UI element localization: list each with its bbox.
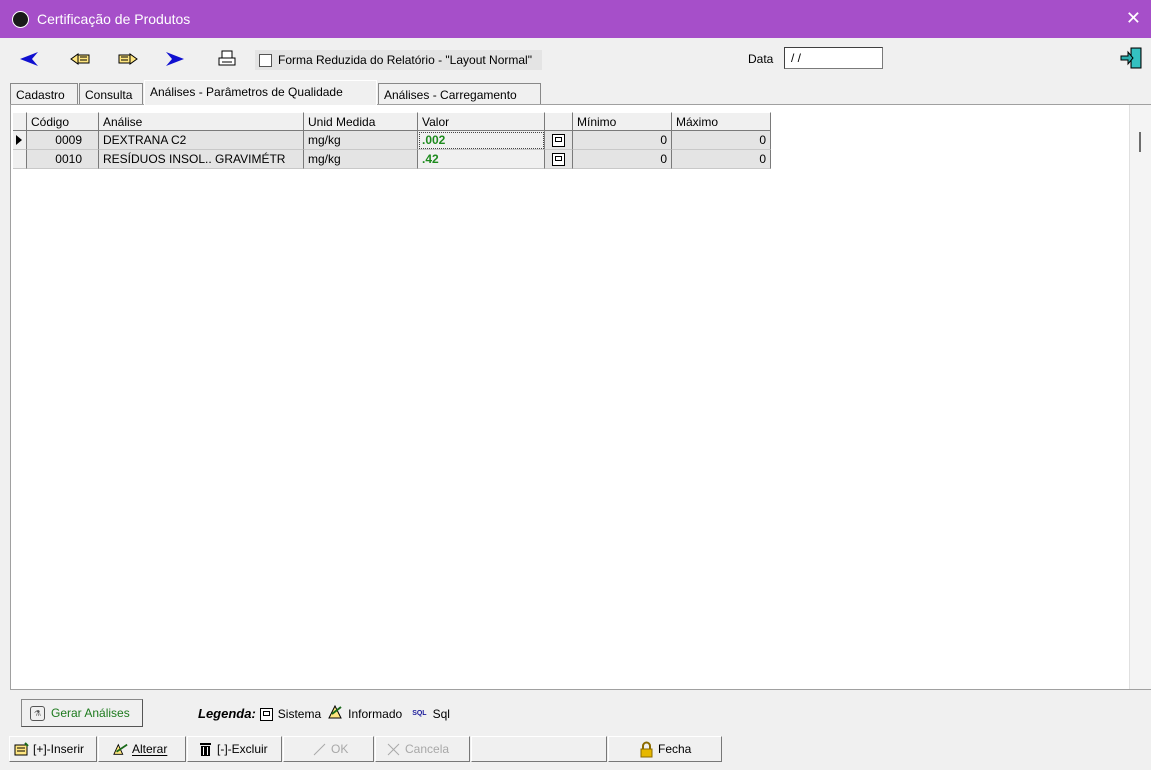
bottom-action-bar: [+]-Inserir Alterar [-]-Excluir OK Cance… [0, 736, 1151, 762]
cell-minimo[interactable]: 0 [573, 131, 672, 150]
cell-analise[interactable]: DEXTRANA C2 [99, 131, 304, 150]
col-codigo[interactable]: Código [27, 112, 99, 131]
legend-informado: Informado [348, 706, 403, 721]
checkbox-box[interactable] [259, 53, 272, 67]
col-unid-medida[interactable]: Unid Medida [304, 112, 418, 131]
cancela-button[interactable]: Cancela [375, 736, 470, 762]
tab-analises-carregamento[interactable]: Análises - Carregamento [378, 83, 541, 104]
ok-label: OK [331, 742, 349, 756]
fecha-button[interactable]: Fecha [608, 736, 722, 762]
cell-maximo[interactable]: 0 [672, 131, 771, 150]
check-icon [312, 742, 327, 757]
sistema-icon [552, 153, 565, 166]
cell-analise[interactable]: RESÍDUOS INSOL.. GRAVIMÉTR [99, 150, 304, 169]
ok-button[interactable]: OK [283, 736, 374, 762]
cell-tipo[interactable] [545, 150, 573, 169]
sistema-icon [552, 134, 565, 147]
cell-maximo[interactable]: 0 [672, 150, 771, 169]
alterar-button[interactable]: Alterar [98, 736, 186, 762]
next-record-icon[interactable] [116, 47, 140, 71]
legend: Legenda: Sistema Informado SQL Sql [198, 704, 456, 723]
cell-valor[interactable]: .002 [418, 131, 545, 150]
cell-codigo[interactable]: 0010 [27, 150, 99, 169]
close-icon[interactable]: ✕ [1126, 8, 1141, 28]
current-row-arrow-icon [16, 135, 22, 145]
previous-record-icon[interactable] [68, 47, 92, 71]
date-label: Data [748, 52, 774, 66]
tab-analises-parametros[interactable]: Análises - Parâmetros de Qualidade [144, 80, 377, 105]
trash-icon [198, 742, 213, 757]
insert-icon [14, 741, 29, 757]
lock-icon [639, 741, 654, 757]
fecha-label: Fecha [658, 742, 692, 756]
flask-icon: ⚗ [30, 705, 45, 721]
cancela-label: Cancela [405, 742, 450, 756]
row-indicator [13, 150, 27, 169]
row-indicator [13, 131, 27, 150]
gerar-analises-button[interactable]: ⚗ Gerar Análises [21, 699, 143, 727]
cell-valor[interactable]: .42 [418, 150, 545, 169]
legend-sql: Sql [432, 706, 450, 721]
title-bar: Certificação de Produtos ✕ [0, 0, 1151, 38]
exit-icon[interactable] [1119, 46, 1143, 70]
tab-cadastro[interactable]: Cadastro [10, 83, 78, 104]
tab-consulta[interactable]: Consulta [79, 83, 143, 104]
col-tipo[interactable] [545, 112, 573, 131]
grid-panel: Código Análise Unid Medida Valor Mínimo … [10, 104, 1151, 690]
sistema-icon [259, 707, 273, 721]
cell-unid[interactable]: mg/kg [304, 150, 418, 169]
col-analise[interactable]: Análise [99, 112, 304, 131]
vertical-scrollbar[interactable] [1129, 105, 1151, 689]
legend-sistema: Sistema [277, 706, 322, 721]
checkbox-label: Forma Reduzida do Relatório - "Layout No… [278, 53, 532, 67]
col-valor[interactable]: Valor [418, 112, 545, 131]
sql-icon: SQL [412, 710, 427, 717]
first-record-icon[interactable] [18, 47, 42, 71]
cell-tipo[interactable] [545, 131, 573, 150]
button-spacer [471, 736, 607, 762]
informado-icon [327, 704, 343, 723]
gerar-analises-label: Gerar Análises [51, 706, 130, 720]
printer-icon[interactable] [215, 47, 239, 71]
last-record-icon[interactable] [162, 47, 186, 71]
window-title: Certificação de Produtos [37, 11, 191, 27]
app-logo-icon [12, 10, 29, 28]
col-maximo[interactable]: Máximo [672, 112, 771, 131]
alterar-label: Alterar [132, 742, 168, 756]
header-indicator [13, 112, 27, 131]
cancel-x-icon [386, 742, 401, 757]
inserir-label: [+]-Inserir [33, 742, 85, 756]
cell-minimo[interactable]: 0 [573, 150, 672, 169]
inserir-button[interactable]: [+]-Inserir [9, 736, 97, 762]
edit-icon [113, 742, 128, 757]
scrollbar-thumb[interactable] [1139, 132, 1141, 152]
date-input[interactable]: / / [784, 47, 883, 69]
excluir-button[interactable]: [-]-Excluir [187, 736, 282, 762]
legend-bar: ⚗ Gerar Análises Legenda: Sistema Inform… [10, 690, 1151, 734]
cell-unid[interactable]: mg/kg [304, 131, 418, 150]
legend-title: Legenda: [198, 706, 256, 721]
reduced-report-checkbox[interactable]: Forma Reduzida do Relatório - "Layout No… [255, 50, 542, 70]
cell-codigo[interactable]: 0009 [27, 131, 99, 150]
col-minimo[interactable]: Mínimo [573, 112, 672, 131]
toolbar: Forma Reduzida do Relatório - "Layout No… [0, 38, 1151, 80]
excluir-label: [-]-Excluir [217, 742, 268, 756]
